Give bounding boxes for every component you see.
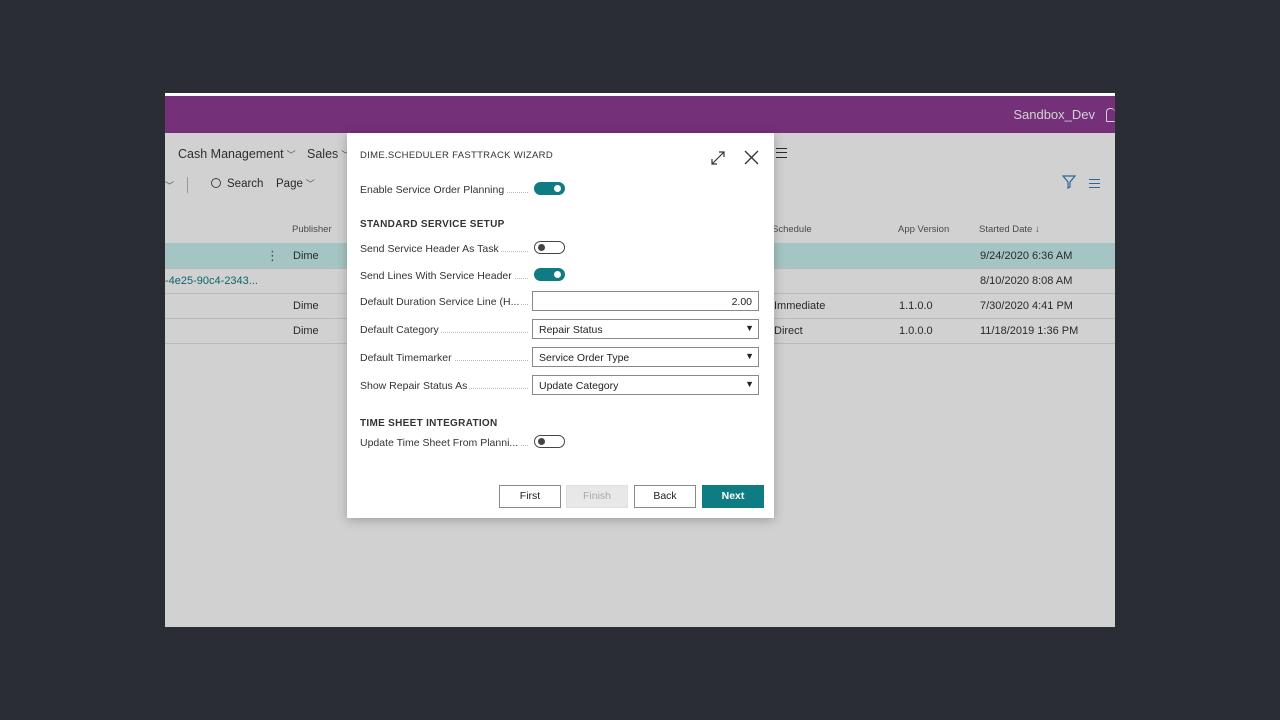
send-service-header-field: Send Service Header As Task bbox=[360, 238, 760, 260]
field-label: Send Lines With Service Header bbox=[360, 270, 514, 282]
field-label: Send Service Header As Task bbox=[360, 243, 501, 255]
send-lines-field: Send Lines With Service Header bbox=[360, 265, 760, 287]
chevron-down-icon: ▼ bbox=[745, 323, 754, 333]
default-duration-field: Default Duration Service Line (H... 2.00 bbox=[360, 291, 760, 313]
close-icon[interactable] bbox=[743, 149, 760, 166]
first-button[interactable]: First bbox=[499, 485, 561, 508]
field-label: Update Time Sheet From Planni... bbox=[360, 437, 521, 449]
field-label: Default Category bbox=[360, 324, 441, 336]
field-label: Default Timemarker bbox=[360, 352, 454, 364]
enable-service-order-planning-field: Enable Service Order Planning bbox=[360, 179, 760, 201]
duration-input[interactable]: 2.00 bbox=[532, 291, 759, 311]
update-time-sheet-field: Update Time Sheet From Planni... bbox=[360, 432, 760, 454]
timesheet-toggle[interactable] bbox=[534, 435, 565, 448]
select-value: Repair Status bbox=[539, 324, 603, 336]
toggle-knob bbox=[554, 271, 561, 278]
back-button[interactable]: Back bbox=[634, 485, 696, 508]
chevron-down-icon: ▼ bbox=[745, 351, 754, 361]
toggle-knob bbox=[554, 185, 561, 192]
next-button[interactable]: Next bbox=[702, 485, 764, 508]
category-select[interactable]: Repair Status ▼ bbox=[532, 319, 759, 339]
repair-status-field: Show Repair Status As Update Category ▼ bbox=[360, 375, 760, 397]
section-time-sheet-integration: TIME SHEET INTEGRATION bbox=[360, 418, 498, 429]
select-value: Update Category bbox=[539, 380, 619, 392]
field-label: Default Duration Service Line (H... bbox=[360, 296, 522, 308]
timemarker-select[interactable]: Service Order Type ▼ bbox=[532, 347, 759, 367]
expand-icon[interactable] bbox=[710, 150, 726, 166]
enable-planning-toggle[interactable] bbox=[534, 182, 565, 195]
field-label: Show Repair Status As bbox=[360, 380, 470, 392]
send-header-toggle[interactable] bbox=[534, 241, 565, 254]
toggle-knob bbox=[538, 244, 545, 251]
toggle-knob bbox=[538, 438, 545, 445]
finish-button[interactable]: Finish bbox=[566, 485, 628, 508]
chevron-down-icon: ▼ bbox=[745, 379, 754, 389]
dialog-title: DIME.SCHEDULER FASTTRACK WIZARD bbox=[360, 150, 553, 161]
repair-status-select[interactable]: Update Category ▼ bbox=[532, 375, 759, 395]
wizard-dialog: DIME.SCHEDULER FASTTRACK WIZARD Enable S… bbox=[347, 133, 774, 518]
default-category-field: Default Category Repair Status ▼ bbox=[360, 319, 760, 341]
default-timemarker-field: Default Timemarker Service Order Type ▼ bbox=[360, 347, 760, 369]
select-value: Service Order Type bbox=[539, 352, 630, 364]
section-standard-service-setup: STANDARD SERVICE SETUP bbox=[360, 219, 505, 230]
send-lines-toggle[interactable] bbox=[534, 268, 565, 281]
field-label: Enable Service Order Planning bbox=[360, 184, 507, 196]
